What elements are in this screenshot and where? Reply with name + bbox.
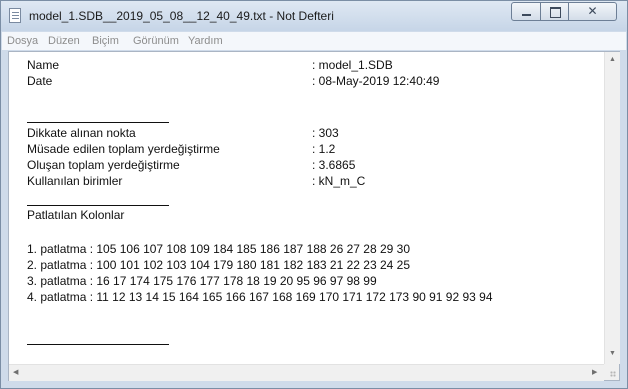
caption-buttons: ✕: [511, 2, 617, 22]
close-button[interactable]: ✕: [569, 2, 617, 21]
scroll-down-icon[interactable]: ▼: [605, 350, 620, 357]
name-value: : model_1.SDB: [312, 58, 393, 72]
resize-grip-icon[interactable]: [604, 364, 619, 380]
text-editor[interactable]: Name : model_1.SDB Date : 08-May-2019 12…: [8, 51, 620, 381]
explosion-line: 3. patlatma : 16 17 174 175 176 177 178 …: [27, 274, 377, 288]
maximize-icon: [550, 7, 561, 18]
menu-bicim[interactable]: Biçim: [92, 35, 119, 47]
window-title: model_1.SDB__2019_05_08__12_40_49.txt - …: [29, 9, 334, 23]
stat-label: Kullanılan birimler: [27, 174, 123, 188]
notepad-icon[interactable]: [9, 8, 21, 23]
separator-line: [27, 205, 169, 206]
stat-value: : kN_m_C: [312, 174, 366, 188]
stat-label: Müsade edilen toplam yerdeğiştirme: [27, 142, 220, 156]
stat-value: : 303: [312, 126, 339, 140]
vertical-scrollbar[interactable]: ▲ ▼: [604, 52, 620, 364]
menu-dosya[interactable]: Dosya: [7, 35, 38, 47]
explosion-line: 4. patlatma : 11 12 13 14 15 164 165 166…: [27, 290, 493, 304]
menu-duzen[interactable]: Düzen: [48, 35, 80, 47]
title-bar[interactable]: model_1.SDB__2019_05_08__12_40_49.txt - …: [1, 1, 627, 31]
maximize-button[interactable]: [541, 2, 569, 21]
notepad-window: model_1.SDB__2019_05_08__12_40_49.txt - …: [0, 0, 628, 389]
stat-value: : 1.2: [312, 142, 336, 156]
date-label: Date: [27, 74, 53, 88]
stat-label: Oluşan toplam yerdeğiştirme: [27, 158, 180, 172]
minimize-icon: [522, 14, 531, 16]
minimize-button[interactable]: [511, 2, 541, 21]
menu-yardim[interactable]: Yardım: [188, 35, 223, 47]
stat-label: Dikkate alınan nokta: [27, 126, 136, 140]
section-title: Patlatılan Kolonlar: [27, 208, 125, 222]
stat-value: : 3.6865: [312, 158, 356, 172]
separator-line: [27, 122, 169, 123]
name-label: Name: [27, 58, 60, 72]
explosion-line: 2. patlatma : 100 101 102 103 104 179 18…: [27, 258, 410, 272]
separator-line: [27, 344, 169, 345]
menu-bar: Dosya Düzen Biçim Görünüm Yardım: [2, 32, 626, 50]
menu-gorunum[interactable]: Görünüm: [133, 35, 179, 47]
explosion-line: 1. patlatma : 105 106 107 108 109 184 18…: [27, 242, 410, 256]
scroll-up-icon[interactable]: ▲: [605, 56, 620, 63]
scroll-left-icon[interactable]: ◀: [13, 368, 18, 376]
horizontal-scrollbar[interactable]: ◀ ▶: [9, 364, 604, 381]
close-icon: ✕: [587, 4, 598, 18]
scroll-right-icon[interactable]: ▶: [592, 368, 597, 376]
date-value: : 08-May-2019 12:40:49: [312, 74, 440, 88]
